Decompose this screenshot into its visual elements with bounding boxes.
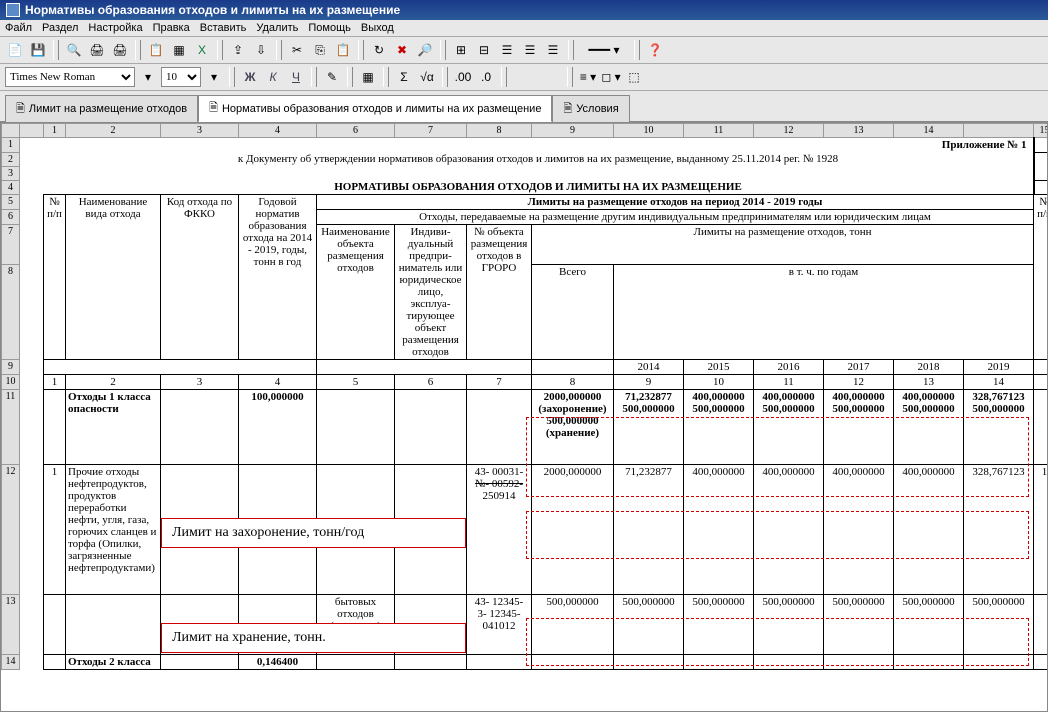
th-objname: Наименование объекта размещения отходов: [317, 225, 395, 360]
table-icon[interactable]: ▦: [169, 40, 189, 60]
th-code: Код отхода по ФККО: [161, 195, 239, 360]
align-icon[interactable]: ≡ ▾: [578, 67, 598, 87]
sheet-area[interactable]: 1 2 3 4 6 7 8 9 10 11 12 13 14 15 10 1 П…: [0, 122, 1048, 712]
delete-icon[interactable]: ✖: [392, 40, 412, 60]
doc-subtitle: к Документу об утверждении нормативов об…: [44, 152, 1034, 180]
class1-total: 2000,000000 (захоронение) 500,000000 (хр…: [532, 390, 614, 465]
line-style-icon[interactable]: ━━━ ▾: [579, 40, 629, 60]
doc-icon: 🗎: [16, 100, 25, 119]
row-class2[interactable]: 14 Отходы 2 класса 0,146400: [2, 655, 1048, 670]
sigma-icon[interactable]: Σ: [394, 67, 414, 87]
th-norm: Годовой норматив образования отхода на 2…: [239, 195, 317, 360]
titlebar: Нормативы образования отходов и лимиты н…: [0, 0, 1048, 20]
dec-dec-icon[interactable]: .0: [476, 67, 496, 87]
font-select[interactable]: Times New Roman: [5, 67, 135, 87]
dec-inc-icon[interactable]: .00: [453, 67, 473, 87]
r1-objnum: 43- 00031- №- 00592- 250914: [467, 465, 532, 595]
save-icon[interactable]: 💾: [28, 40, 48, 60]
tree-icon[interactable]: ⊞: [451, 40, 471, 60]
help-icon[interactable]: ❓: [645, 40, 665, 60]
menubar: Файл Раздел Настройка Правка Вставить Уд…: [0, 20, 1048, 37]
tree2-icon[interactable]: ⊟: [474, 40, 494, 60]
tab-limit[interactable]: 🗎 Лимит на размещение отходов: [5, 95, 198, 122]
window-title: Нормативы образования отходов и лимиты н…: [25, 3, 400, 17]
app-icon: [6, 3, 20, 17]
tab-conditions[interactable]: 🗎 Условия: [552, 95, 629, 122]
italic-button[interactable]: К: [263, 67, 283, 87]
menu-insert[interactable]: Вставить: [200, 22, 247, 34]
document-tabs: 🗎 Лимит на размещение отходов 🗎 Норматив…: [0, 91, 1048, 122]
export-icon[interactable]: ⇪: [228, 40, 248, 60]
valign-icon[interactable]: ◻ ▾: [601, 67, 621, 87]
merge-icon[interactable]: ⬚: [624, 67, 644, 87]
menu-settings[interactable]: Настройка: [88, 22, 142, 34]
font-dropdown-icon[interactable]: ▾: [138, 67, 158, 87]
th-byyears: в т. ч. по годам: [614, 265, 1034, 360]
underline-button[interactable]: Ч: [286, 67, 306, 87]
tree5-icon[interactable]: ☰: [543, 40, 563, 60]
class1-norm: 100,000000: [239, 390, 317, 465]
import-icon[interactable]: ⇩: [251, 40, 271, 60]
menu-file[interactable]: Файл: [5, 22, 32, 34]
doc-title: НОРМАТИВЫ ОБРАЗОВАНИЯ ОТХОДОВ И ЛИМИТЫ Н…: [44, 180, 1034, 195]
bold-button[interactable]: Ж: [240, 67, 260, 87]
copy-icon[interactable]: ⎘: [310, 40, 330, 60]
th-num: № п/п: [44, 195, 66, 360]
th-name: Наименование вида отхода: [66, 195, 161, 360]
refresh-icon[interactable]: ↻: [369, 40, 389, 60]
th-transfer: Отходы, передаваемые на размещение други…: [317, 210, 1034, 225]
print-icon[interactable]: 🖨: [87, 40, 107, 60]
th-limits-period: Лимиты на размещение отходов на период 2…: [317, 195, 1034, 210]
th-limits-ton: Лимиты на размещение отходов, тонн: [532, 225, 1034, 265]
col-header-row: 1 2 3 4 6 7 8 9 10 11 12 13 14 15 10: [2, 124, 1048, 138]
th-objnum: № объекта разме­щения отходов в ГРОРО: [467, 225, 532, 360]
row-appendix: 1 Приложение № 1: [2, 138, 1048, 153]
row-class1[interactable]: 11 Отходы 1 класса опасности 100,000000 …: [2, 390, 1048, 465]
tab-norms[interactable]: 🗎 Нормативы образования отходов и лимиты…: [198, 95, 552, 122]
appendix-label: Приложение № 1: [44, 138, 1034, 153]
menu-delete[interactable]: Удалить: [256, 22, 298, 34]
excel-icon[interactable]: X: [192, 40, 212, 60]
th-total: Всего: [532, 265, 614, 360]
sqrt-icon[interactable]: √α: [417, 67, 437, 87]
doc-icon: 🗎: [209, 99, 218, 118]
row-detail1[interactable]: 12 1 Прочие отходы нефтепродуктов, проду…: [2, 465, 1048, 595]
menu-edit[interactable]: Правка: [153, 22, 190, 34]
size-select[interactable]: 10: [161, 67, 201, 87]
print2-icon[interactable]: 🖨: [110, 40, 130, 60]
th-num2: № п/п: [1034, 195, 1048, 360]
tree4-icon[interactable]: ☰: [520, 40, 540, 60]
annotation-storage: Лимит на хранение, тонн.: [161, 623, 466, 653]
borders-icon[interactable]: ▦: [358, 67, 378, 87]
tab-limit-label: Лимит на размещение отходов: [29, 103, 187, 115]
find-icon[interactable]: 🔎: [415, 40, 435, 60]
menu-exit[interactable]: Выход: [361, 22, 394, 34]
cut-icon[interactable]: ✂: [287, 40, 307, 60]
paste-icon[interactable]: 📋: [333, 40, 353, 60]
toolbar-format: Times New Roman ▾ 10 ▾ Ж К Ч ✎ ▦ Σ √α .0…: [0, 64, 1048, 91]
tree3-icon[interactable]: ☰: [497, 40, 517, 60]
tab-conditions-label: Условия: [576, 103, 618, 115]
print-preview-icon[interactable]: 🔍: [64, 40, 84, 60]
menu-section[interactable]: Раздел: [42, 22, 78, 34]
toolbar-main: 📄 💾 🔍 🖨 🖨 📋 ▦ X ⇪ ⇩ ✂ ⎘ 📋 ↻ ✖ 🔎 ⊞ ⊟ ☰ ☰ …: [0, 37, 1048, 64]
copy-doc-icon[interactable]: 📋: [146, 40, 166, 60]
menu-help[interactable]: Помощь: [308, 22, 351, 34]
row-detail2[interactable]: 13 бытовых отходов (хранение) 43- 12345-…: [2, 595, 1048, 655]
tab-norms-label: Нормативы образования отходов и лимиты н…: [222, 103, 541, 115]
doc-icon: 🗎: [563, 100, 572, 119]
class1-name: Отходы 1 класса опасности: [66, 390, 161, 465]
new-icon[interactable]: 📄: [5, 40, 25, 60]
size-dropdown-icon[interactable]: ▾: [204, 67, 224, 87]
brush-icon[interactable]: ✎: [322, 67, 342, 87]
th-entity: Индиви­дуальный предпри­ниматель или юри…: [395, 225, 467, 360]
annotation-burial: Лимит на захоронение, тонн/год: [161, 518, 466, 548]
r1-name: Прочие отходы нефтепродуктов, продуктов …: [66, 465, 161, 595]
